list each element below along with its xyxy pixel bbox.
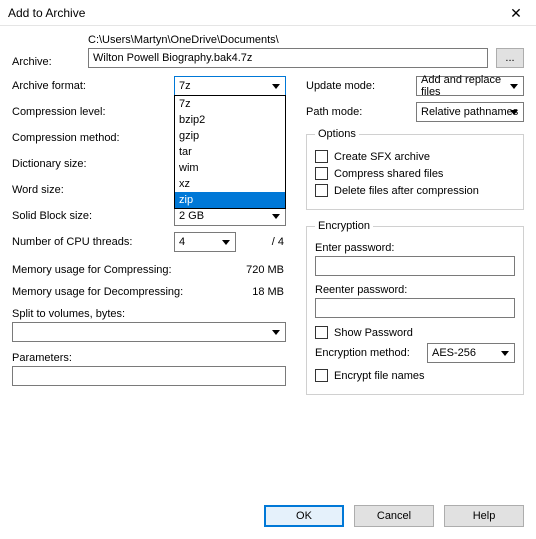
pathmode-select[interactable]: Relative pathnames — [416, 102, 524, 122]
checkbox-icon — [315, 184, 328, 197]
help-button[interactable]: Help — [444, 505, 524, 527]
format-option[interactable]: xz — [175, 176, 285, 192]
delete-checkbox[interactable]: Delete files after compression — [315, 184, 515, 197]
shared-checkbox[interactable]: Compress shared files — [315, 167, 515, 180]
button-bar: OK Cancel Help — [264, 505, 524, 527]
level-label: Compression level: — [12, 106, 162, 118]
format-label: Archive format: — [12, 80, 162, 92]
close-icon[interactable]: ✕ — [496, 0, 536, 26]
format-option[interactable]: tar — [175, 144, 285, 160]
format-select[interactable]: 7z — [174, 76, 286, 96]
threads-select[interactable]: 4 — [174, 232, 236, 252]
left-column: Archive format: 7z 7z bzip2 gzip tar wim… — [12, 76, 286, 405]
dict-label: Dictionary size: — [12, 158, 162, 170]
block-select[interactable]: 2 GB — [174, 206, 286, 226]
checkbox-icon — [315, 167, 328, 180]
word-label: Word size: — [12, 184, 162, 196]
mem-comp-label: Memory usage for Compressing: — [12, 264, 187, 280]
right-column: Update mode: Add and replace files Path … — [306, 76, 524, 405]
mem-decomp-value: 18 MB — [187, 286, 286, 302]
checkbox-icon — [315, 326, 328, 339]
show-password-checkbox[interactable]: Show Password — [315, 326, 515, 339]
reenter-password-label: Reenter password: — [315, 284, 515, 296]
block-label: Solid Block size: — [12, 210, 162, 222]
reenter-password-input[interactable] — [315, 298, 515, 318]
update-value: Add and replace files — [421, 74, 519, 98]
archive-path: C:\Users\Martyn\OneDrive\Documents\ — [88, 34, 524, 46]
pathmode-label: Path mode: — [306, 106, 416, 118]
checkbox-icon — [315, 150, 328, 163]
format-value: 7z — [179, 80, 191, 92]
enter-password-label: Enter password: — [315, 242, 515, 254]
method-label: Compression method: — [12, 132, 162, 144]
threads-label: Number of CPU threads: — [12, 236, 162, 248]
threads-value: 4 — [179, 236, 185, 248]
threads-max: / 4 — [242, 236, 284, 248]
mem-comp-value: 720 MB — [187, 264, 286, 280]
params-input[interactable] — [12, 366, 286, 386]
update-label: Update mode: — [306, 80, 416, 92]
options-legend: Options — [315, 128, 359, 140]
archive-filename-input[interactable] — [88, 48, 488, 68]
encryption-group: Encryption Enter password: Reenter passw… — [306, 220, 524, 395]
encrypt-names-checkbox[interactable]: Encrypt file names — [315, 369, 515, 382]
split-label: Split to volumes, bytes: — [12, 308, 286, 320]
options-group: Options Create SFX archive Compress shar… — [306, 128, 524, 210]
format-dropdown-list[interactable]: 7z bzip2 gzip tar wim xz zip — [174, 95, 286, 209]
mem-decomp-label: Memory usage for Decompressing: — [12, 286, 187, 302]
params-label: Parameters: — [12, 352, 286, 364]
update-select[interactable]: Add and replace files — [416, 76, 524, 96]
split-select[interactable] — [12, 322, 286, 342]
block-value: 2 GB — [179, 210, 204, 222]
archive-label: Archive: — [12, 56, 88, 68]
enter-password-input[interactable] — [315, 256, 515, 276]
pathmode-value: Relative pathnames — [421, 106, 518, 118]
enc-method-select[interactable]: AES-256 — [427, 343, 515, 363]
format-option[interactable]: 7z — [175, 96, 285, 112]
format-option[interactable]: wim — [175, 160, 285, 176]
encryption-legend: Encryption — [315, 220, 373, 232]
format-option[interactable]: zip — [175, 192, 285, 208]
window-title: Add to Archive — [8, 6, 496, 20]
enc-method-label: Encryption method: — [315, 347, 427, 359]
ok-button[interactable]: OK — [264, 505, 344, 527]
sfx-checkbox[interactable]: Create SFX archive — [315, 150, 515, 163]
browse-button[interactable]: ... — [496, 48, 524, 68]
cancel-button[interactable]: Cancel — [354, 505, 434, 527]
checkbox-icon — [315, 369, 328, 382]
titlebar: Add to Archive ✕ — [0, 0, 536, 26]
format-option[interactable]: bzip2 — [175, 112, 285, 128]
enc-method-value: AES-256 — [432, 347, 476, 359]
format-option[interactable]: gzip — [175, 128, 285, 144]
dialog-content: Archive: C:\Users\Martyn\OneDrive\Docume… — [0, 26, 536, 405]
